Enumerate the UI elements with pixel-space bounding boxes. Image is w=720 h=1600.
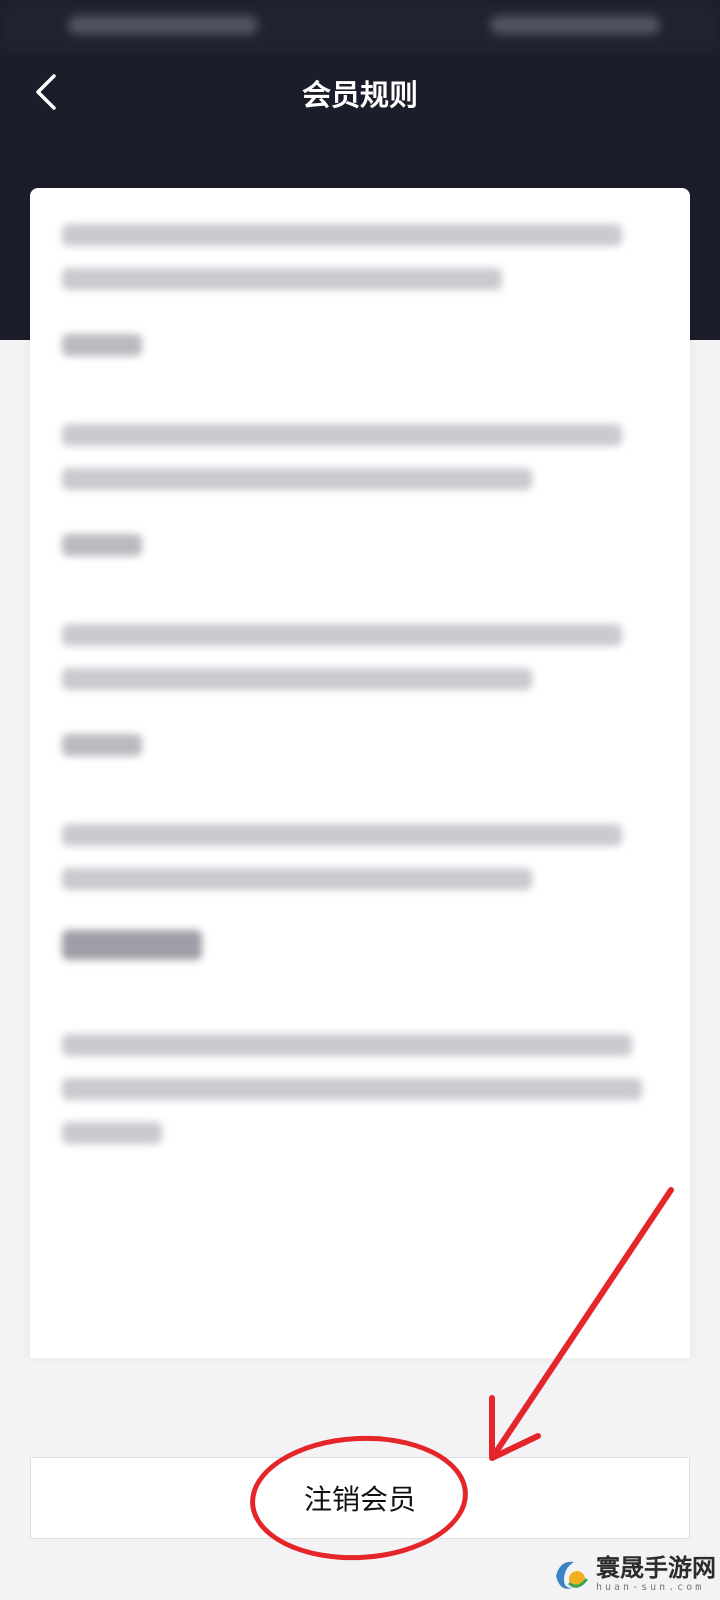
watermark-title: 寰晟手游网 [596, 1553, 716, 1582]
watermark-logo-icon [556, 1561, 588, 1589]
annotation-arrow [489, 1187, 674, 1461]
watermark-subtitle: huan-sun.com [596, 1582, 705, 1593]
watermark: 寰晟手游网 huan-sun.com [550, 1554, 716, 1594]
